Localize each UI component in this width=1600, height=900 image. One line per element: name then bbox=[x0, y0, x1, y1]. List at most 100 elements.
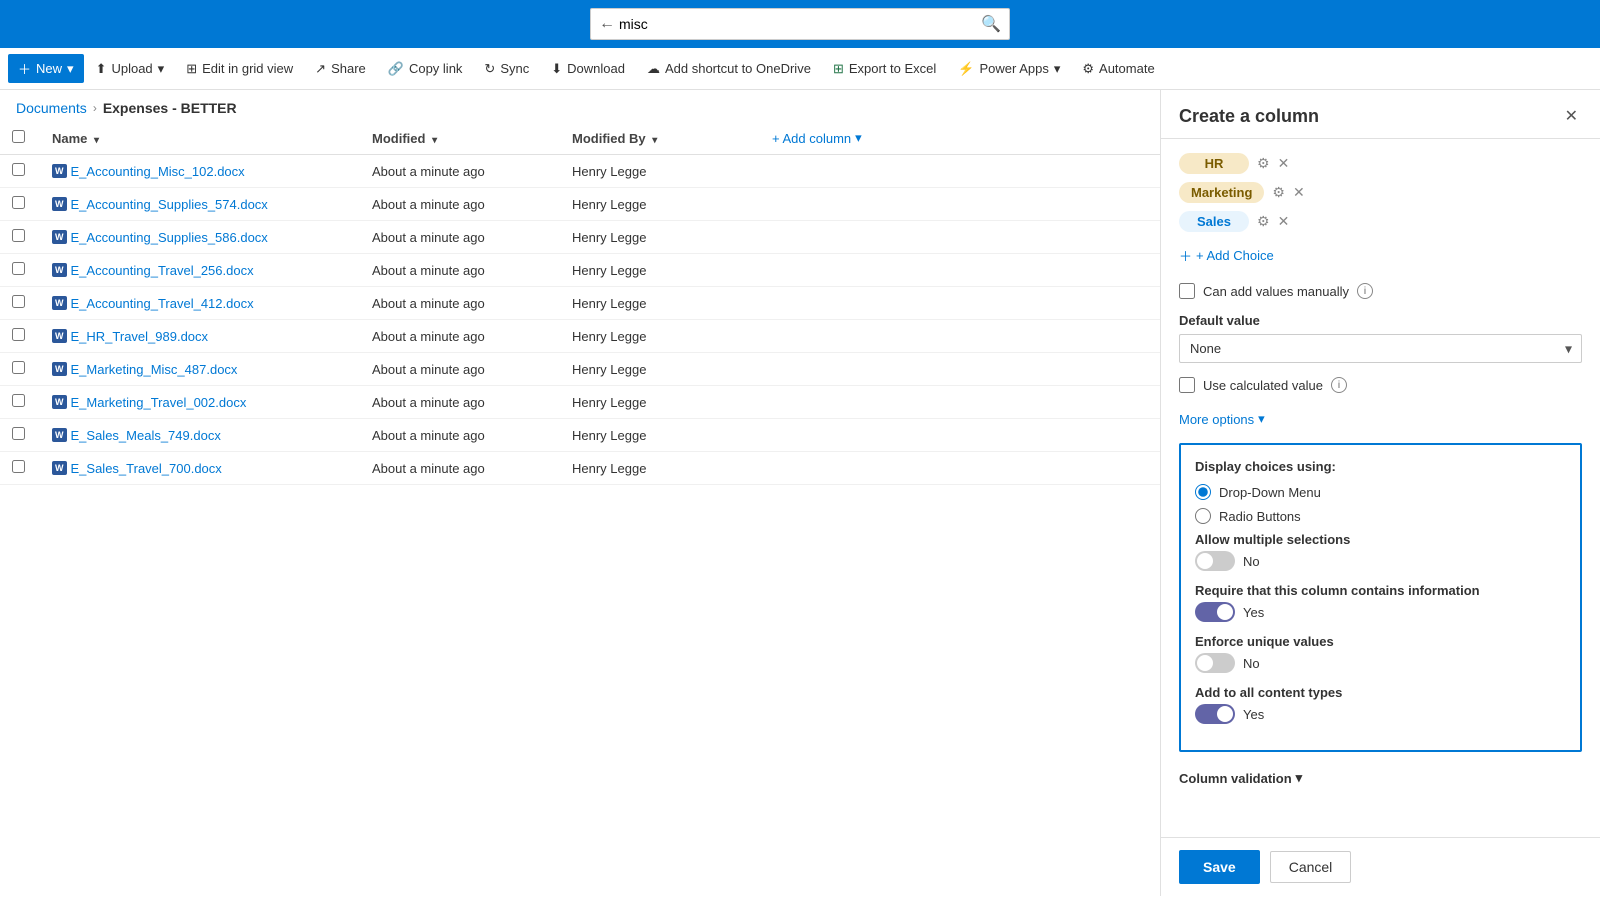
search-bar[interactable]: ← 🔍 bbox=[590, 8, 1010, 40]
row-checkbox[interactable] bbox=[12, 361, 25, 374]
edit-grid-button[interactable]: ⊞ Edit in grid view bbox=[176, 56, 303, 82]
tag-marketing-remove-button[interactable]: ✕ bbox=[1293, 184, 1305, 201]
row-check-cell[interactable] bbox=[0, 452, 40, 485]
row-check-cell[interactable] bbox=[0, 155, 40, 188]
add-choice-button[interactable]: ＋ + Add Choice bbox=[1179, 242, 1274, 269]
row-check-cell[interactable] bbox=[0, 320, 40, 353]
file-name-link[interactable]: E_Marketing_Misc_487.docx bbox=[71, 362, 238, 377]
add-col-header[interactable]: + Add column ▾ bbox=[760, 122, 1160, 155]
allow-multiple-row: Allow multiple selections No bbox=[1195, 532, 1566, 571]
select-all-checkbox[interactable] bbox=[12, 130, 25, 143]
new-button[interactable]: ＋ New ▾ bbox=[8, 54, 84, 83]
require-column-row: Require that this column contains inform… bbox=[1195, 583, 1566, 622]
row-modified-cell: About a minute ago bbox=[360, 254, 560, 287]
modified-col-header[interactable]: Modified ▾ bbox=[360, 122, 560, 155]
column-validation-button[interactable]: Column validation ▾ bbox=[1179, 766, 1302, 790]
row-checkbox[interactable] bbox=[12, 163, 25, 176]
row-check-cell[interactable] bbox=[0, 287, 40, 320]
row-modified-cell: About a minute ago bbox=[360, 155, 560, 188]
row-check-cell[interactable] bbox=[0, 419, 40, 452]
row-checkbox[interactable] bbox=[12, 328, 25, 341]
row-check-cell[interactable] bbox=[0, 254, 40, 287]
save-button[interactable]: Save bbox=[1179, 850, 1260, 884]
row-name-cell: W E_HR_Travel_989.docx bbox=[40, 320, 360, 353]
row-checkbox[interactable] bbox=[12, 196, 25, 209]
require-column-toggle[interactable] bbox=[1195, 602, 1235, 622]
row-name-cell: W E_Sales_Travel_700.docx bbox=[40, 452, 360, 485]
tag-marketing-settings-button[interactable]: ⚙ bbox=[1272, 184, 1285, 201]
row-name-cell: W E_Marketing_Misc_487.docx bbox=[40, 353, 360, 386]
file-name-link[interactable]: E_Accounting_Misc_102.docx bbox=[71, 164, 245, 179]
row-checkbox[interactable] bbox=[12, 229, 25, 242]
power-apps-button[interactable]: ⚡ Power Apps ▾ bbox=[948, 56, 1070, 82]
file-name-link[interactable]: E_HR_Travel_989.docx bbox=[71, 329, 209, 344]
add-column-button[interactable]: + Add column ▾ bbox=[772, 130, 862, 146]
search-submit-button[interactable]: 🔍 bbox=[981, 14, 1001, 34]
check-col-header[interactable] bbox=[0, 122, 40, 155]
upload-button[interactable]: ⬆ Upload ▾ bbox=[86, 56, 175, 82]
row-checkbox[interactable] bbox=[12, 295, 25, 308]
add-shortcut-button[interactable]: ☁ Add shortcut to OneDrive bbox=[637, 56, 821, 82]
sync-button[interactable]: ↻ Sync bbox=[474, 56, 539, 82]
row-name-cell: W E_Accounting_Travel_412.docx bbox=[40, 287, 360, 320]
radio-radio-buttons[interactable] bbox=[1195, 508, 1211, 524]
word-icon: W bbox=[52, 329, 67, 344]
row-checkbox[interactable] bbox=[12, 262, 25, 275]
name-col-header[interactable]: Name ▾ bbox=[40, 122, 360, 155]
powerapps-icon: ⚡ bbox=[958, 61, 974, 77]
use-calculated-checkbox[interactable] bbox=[1179, 377, 1195, 393]
word-icon: W bbox=[52, 230, 67, 245]
tag-hr-settings-button[interactable]: ⚙ bbox=[1257, 155, 1270, 172]
add-col-chevron-icon: ▾ bbox=[855, 130, 862, 146]
automate-button[interactable]: ⚙ Automate bbox=[1072, 56, 1164, 82]
file-name-link[interactable]: E_Accounting_Supplies_586.docx bbox=[71, 230, 268, 245]
search-back-button[interactable]: ← bbox=[599, 15, 615, 33]
enforce-unique-toggle[interactable] bbox=[1195, 653, 1235, 673]
breadcrumb-parent[interactable]: Documents bbox=[16, 100, 87, 116]
row-check-cell[interactable] bbox=[0, 353, 40, 386]
file-name-link[interactable]: E_Sales_Meals_749.docx bbox=[71, 428, 221, 443]
file-name-link[interactable]: E_Accounting_Supplies_574.docx bbox=[71, 197, 268, 212]
row-extra-cell bbox=[760, 419, 1160, 452]
add-all-content-thumb bbox=[1217, 706, 1233, 722]
allow-multiple-toggle[interactable] bbox=[1195, 551, 1235, 571]
file-name-link[interactable]: E_Marketing_Travel_002.docx bbox=[71, 395, 247, 410]
tag-hr-remove-button[interactable]: ✕ bbox=[1278, 155, 1290, 172]
allow-multiple-label: Allow multiple selections bbox=[1195, 532, 1566, 547]
new-chevron-icon: ▾ bbox=[67, 61, 74, 77]
more-options-button[interactable]: More options ▾ bbox=[1179, 407, 1265, 431]
share-button[interactable]: ↗ Share bbox=[305, 56, 376, 82]
row-name-cell: W E_Sales_Meals_749.docx bbox=[40, 419, 360, 452]
default-value-select[interactable]: None bbox=[1179, 334, 1582, 363]
modified-by-col-header[interactable]: Modified By ▾ bbox=[560, 122, 760, 155]
name-sort-icon: ▾ bbox=[94, 135, 99, 146]
can-add-values-row: Can add values manually i bbox=[1179, 283, 1582, 299]
search-input[interactable] bbox=[619, 16, 981, 32]
cancel-button[interactable]: Cancel bbox=[1270, 851, 1352, 883]
enforce-unique-toggle-inline: No bbox=[1195, 653, 1566, 673]
radio-dropdown-row: Drop-Down Menu bbox=[1195, 484, 1566, 500]
can-add-values-checkbox[interactable] bbox=[1179, 283, 1195, 299]
row-check-cell[interactable] bbox=[0, 221, 40, 254]
panel-close-button[interactable]: ✕ bbox=[1561, 104, 1582, 128]
file-name-link[interactable]: E_Accounting_Travel_412.docx bbox=[71, 296, 254, 311]
file-name-link[interactable]: E_Sales_Travel_700.docx bbox=[71, 461, 222, 476]
breadcrumb-current: Expenses - BETTER bbox=[103, 100, 237, 116]
file-name-link[interactable]: E_Accounting_Travel_256.docx bbox=[71, 263, 254, 278]
row-checkbox[interactable] bbox=[12, 460, 25, 473]
row-extra-cell bbox=[760, 287, 1160, 320]
export-excel-button[interactable]: ⊞ Export to Excel bbox=[823, 56, 946, 82]
add-all-content-toggle[interactable] bbox=[1195, 704, 1235, 724]
row-check-cell[interactable] bbox=[0, 386, 40, 419]
tag-sales-remove-button[interactable]: ✕ bbox=[1278, 213, 1290, 230]
row-modified-cell: About a minute ago bbox=[360, 452, 560, 485]
link-icon: 🔗 bbox=[388, 61, 404, 77]
download-button[interactable]: ⬇ Download bbox=[541, 56, 635, 82]
row-checkbox[interactable] bbox=[12, 427, 25, 440]
radio-dropdown[interactable] bbox=[1195, 484, 1211, 500]
tag-sales-settings-button[interactable]: ⚙ bbox=[1257, 213, 1270, 230]
copy-link-button[interactable]: 🔗 Copy link bbox=[378, 56, 473, 82]
panel-title: Create a column bbox=[1179, 106, 1319, 127]
row-check-cell[interactable] bbox=[0, 188, 40, 221]
row-checkbox[interactable] bbox=[12, 394, 25, 407]
